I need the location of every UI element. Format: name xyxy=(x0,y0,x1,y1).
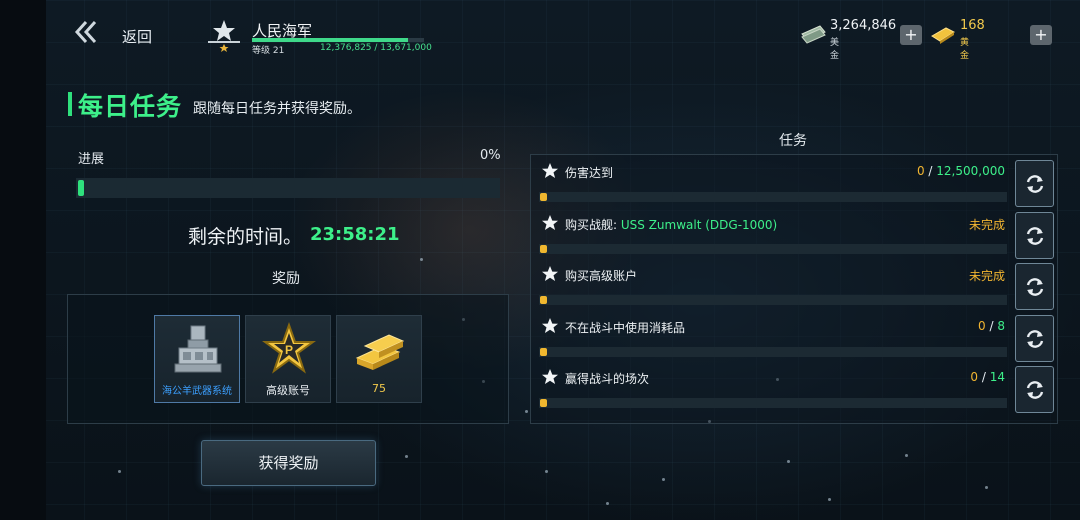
refresh-mission-button[interactable] xyxy=(1015,315,1054,362)
weapon-turret-icon xyxy=(174,325,222,373)
mission-progress-bar xyxy=(539,398,1007,408)
refresh-mission-button[interactable] xyxy=(1015,263,1054,310)
mission-name-text: 赢得战斗的场次 xyxy=(565,372,650,386)
refresh-mission-button[interactable] xyxy=(1015,160,1054,207)
money-label: 美金 xyxy=(830,38,840,61)
mission-progress-current: 0 xyxy=(970,370,979,384)
cash-icon xyxy=(801,25,826,44)
refresh-icon xyxy=(1026,278,1044,296)
mission-progress-separator: / xyxy=(985,319,998,333)
gold-label: 黄金 xyxy=(960,38,970,61)
star-icon xyxy=(542,163,558,178)
refresh-icon xyxy=(1026,227,1044,245)
star-icon xyxy=(542,318,558,333)
progress-bar xyxy=(76,178,500,198)
mission-row: 不在战斗中使用消耗品 0 / 8 xyxy=(531,313,1007,361)
mission-progress-current: 0 xyxy=(978,319,986,333)
refresh-mission-button[interactable] xyxy=(1015,366,1054,413)
mission-progress: 0 / 14 xyxy=(970,370,1005,384)
mission-progress-total: 14 xyxy=(989,370,1005,384)
money-value: 3,264,846 xyxy=(830,18,897,33)
gold-bar-icon xyxy=(931,27,956,44)
time-remaining-label: 剩余的时间。 xyxy=(188,226,303,248)
gold-bars-icon xyxy=(355,334,405,370)
mission-progress-bar-fill xyxy=(540,399,547,407)
mission-name-text: 伤害达到 xyxy=(565,166,614,180)
mission-name-text: 购买高级账户 xyxy=(565,269,638,283)
page-title: 每日任务 xyxy=(78,92,183,121)
progress-bar-fill xyxy=(78,180,84,196)
star-icon xyxy=(542,266,558,281)
left-rail xyxy=(0,0,46,520)
reward-card-weapon[interactable]: 海公羊武器系统 xyxy=(154,315,240,403)
mission-progress-bar-fill xyxy=(540,296,547,304)
mission-progress: 未完成 xyxy=(969,267,1005,284)
mission-status: 未完成 xyxy=(968,218,1005,232)
star-icon xyxy=(542,215,558,230)
mission-progress: 0 / 12,500,000 xyxy=(917,164,1005,178)
rank-badge-icon xyxy=(208,20,240,52)
refresh-icon xyxy=(1026,175,1044,193)
back-button[interactable]: 返回 xyxy=(74,20,152,46)
time-remaining-value: 23:58:21 xyxy=(310,224,400,245)
mission-progress-total: 12,500,000 xyxy=(936,164,1005,178)
mission-name: 不在战斗中使用消耗品 xyxy=(565,319,685,336)
xp-text: 12,376,825 / 13,671,000 xyxy=(320,43,432,53)
mission-progress-bar-fill xyxy=(540,245,547,253)
mission-progress-separator: / xyxy=(978,370,990,384)
xp-bar-fill xyxy=(252,38,408,42)
mission-row: 伤害达到 0 / 12,500,000 xyxy=(531,158,1007,206)
mission-progress-separator: / xyxy=(924,164,937,178)
progress-percent: 0% xyxy=(480,148,501,163)
reward-card-premium[interactable]: P 高级账号 xyxy=(245,315,331,403)
mission-progress-bar xyxy=(539,295,1007,305)
mission-ship-name: USS Zumwalt (DDG-1000) xyxy=(620,218,778,232)
mission-name-text: 不在战斗中使用消耗品 xyxy=(565,321,686,335)
back-label: 返回 xyxy=(122,28,153,46)
mission-row: 购买战舰: USS Zumwalt (DDG-1000) 未完成 xyxy=(531,210,1007,258)
mission-name: 购买战舰: USS Zumwalt (DDG-1000) xyxy=(565,216,777,233)
mission-name: 赢得战斗的场次 xyxy=(565,370,649,387)
mission-progress-bar xyxy=(539,192,1007,202)
missions-title: 任务 xyxy=(779,133,807,149)
player-level: 等级 21 xyxy=(252,46,285,56)
mission-name: 购买高级账户 xyxy=(565,267,637,284)
mission-progress-bar xyxy=(539,244,1007,254)
claim-reward-button[interactable]: 获得奖励 xyxy=(201,440,376,486)
reward-card-gold[interactable]: 75 xyxy=(336,315,422,403)
mission-row: 购买高级账户 未完成 xyxy=(531,261,1007,309)
mission-progress: 未完成 xyxy=(969,216,1005,233)
mission-progress-current: 0 xyxy=(916,164,925,178)
star-icon xyxy=(542,369,558,384)
mission-progress-total: 8 xyxy=(997,319,1005,333)
mission-progress-bar xyxy=(539,347,1007,357)
mission-row: 赢得战斗的场次 0 / 14 xyxy=(531,364,1007,412)
mission-status: 未完成 xyxy=(968,269,1005,283)
page-subtitle: 跟随每日任务并获得奖励。 xyxy=(193,101,361,117)
refresh-mission-button[interactable] xyxy=(1015,212,1054,259)
mission-name-text: 购买战舰: xyxy=(565,218,621,232)
top-bar: 返回 人民海军 等级 21 12,376,825 / 13,671,000 3,… xyxy=(46,0,1080,62)
double-chevron-left-icon xyxy=(74,20,97,44)
svg-text:P: P xyxy=(285,343,293,357)
add-gold-button[interactable]: + xyxy=(1030,25,1052,45)
mission-progress-bar-fill xyxy=(540,348,547,356)
progress-label: 进展 xyxy=(78,152,105,167)
reward-label: 75 xyxy=(372,382,386,395)
premium-star-icon: P xyxy=(262,322,316,374)
gold-value: 168 xyxy=(960,18,985,33)
reward-label: 高级账号 xyxy=(266,384,310,397)
refresh-icon xyxy=(1026,330,1044,348)
mission-name: 伤害达到 xyxy=(565,164,613,181)
mission-progress: 0 / 8 xyxy=(978,319,1005,333)
title-accent-bar xyxy=(68,92,72,116)
rewards-title: 奖励 xyxy=(272,271,300,287)
mission-progress-bar-fill xyxy=(540,193,547,201)
refresh-icon xyxy=(1026,381,1044,399)
add-money-button[interactable]: + xyxy=(900,25,922,45)
reward-label: 海公羊武器系统 xyxy=(162,386,232,397)
xp-bar xyxy=(252,38,424,42)
